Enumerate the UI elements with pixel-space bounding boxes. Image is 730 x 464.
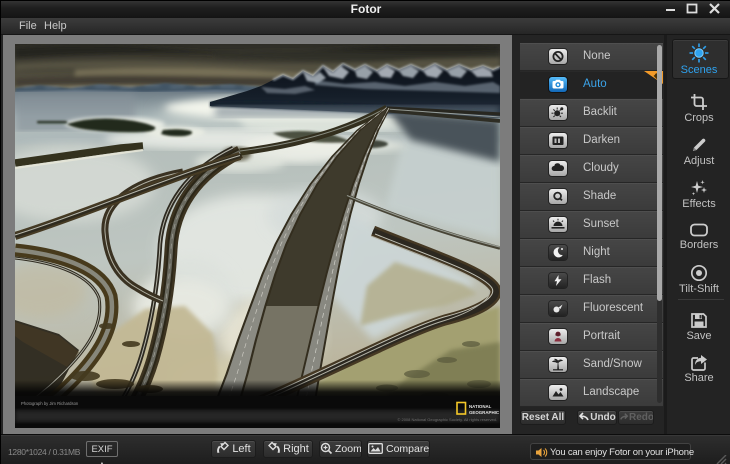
svg-text:Photograph by Jim Richardson: Photograph by Jim Richardson: [21, 401, 79, 406]
svg-text:NATIONAL: NATIONAL: [469, 404, 492, 409]
svg-text:GEOGRAPHIC: GEOGRAPHIC: [469, 410, 500, 415]
svg-text:© 2008 National Geographic Soc: © 2008 National Geographic Society. All …: [397, 417, 497, 422]
